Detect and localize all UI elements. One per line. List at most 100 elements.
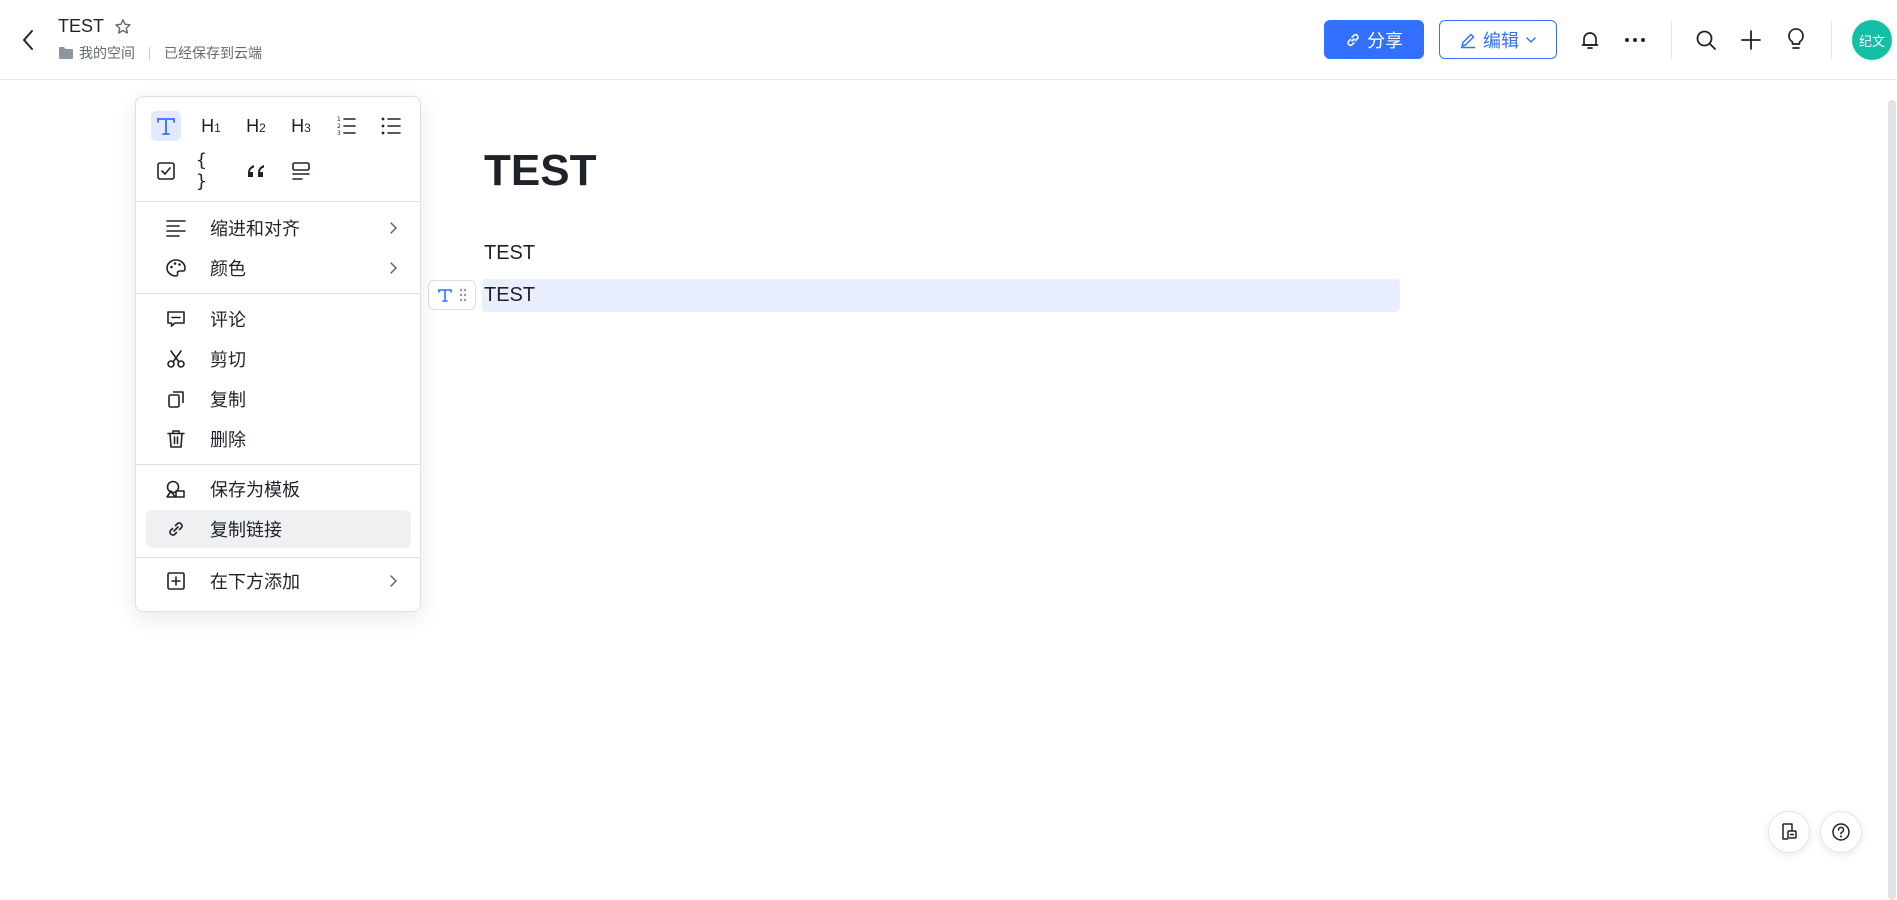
doc-heading[interactable]: TEST — [484, 146, 596, 196]
menu-item-label: 在下方添加 — [210, 572, 300, 592]
lightbulb-icon — [1786, 28, 1806, 52]
copy-icon — [164, 387, 188, 411]
star-icon[interactable] — [114, 18, 132, 36]
chevron-right-icon — [385, 573, 401, 589]
menu-item-label: 剪切 — [210, 350, 246, 370]
breadcrumb-space[interactable]: 我的空间 — [79, 43, 135, 63]
format-bullet-list-button[interactable] — [376, 111, 406, 141]
template-icon — [164, 477, 188, 501]
menu-item-comment[interactable]: 评论 — [146, 300, 411, 338]
menu-item-label: 缩进和对齐 — [210, 219, 300, 239]
chevron-right-icon — [385, 260, 401, 276]
text-format-icon — [155, 115, 177, 137]
help-icon — [1831, 822, 1851, 842]
more-button[interactable] — [1620, 25, 1650, 55]
create-button[interactable] — [1736, 25, 1766, 55]
menu-item-label: 评论 — [210, 310, 246, 330]
menu-divider — [136, 557, 420, 558]
heading3-icon: H3 — [291, 115, 311, 136]
breadcrumb: 我的空间 已经保存到云端 — [58, 43, 262, 63]
link-icon — [1345, 32, 1361, 48]
chevron-down-icon — [1525, 34, 1537, 46]
menu-item-save-template[interactable]: 保存为模板 — [146, 470, 411, 508]
doc-comment-icon — [1779, 822, 1799, 842]
share-button[interactable]: 分享 — [1324, 20, 1424, 59]
add-box-icon — [164, 569, 188, 593]
checkbox-icon — [156, 161, 176, 181]
top-bar: TEST 我的空间 已经保存到云端 分享 编辑 纪文 — [0, 0, 1897, 80]
menu-item-add-below[interactable]: 在下方添加 — [146, 562, 411, 600]
toolbar-divider — [1671, 21, 1672, 59]
menu-item-copy-link[interactable]: 复制链接 — [146, 510, 411, 548]
scissors-icon — [164, 347, 188, 371]
format-ordered-list-button[interactable]: 123 — [331, 111, 361, 141]
more-icon — [1624, 37, 1646, 43]
doc-paragraph-selected[interactable]: TEST — [484, 284, 535, 307]
svg-text:2: 2 — [337, 123, 341, 130]
doc-title-row: TEST — [58, 16, 132, 37]
save-status: 已经保存到云端 — [164, 45, 262, 61]
comment-icon — [164, 307, 188, 331]
format-todo-button[interactable] — [151, 156, 181, 186]
format-h1-button[interactable]: H1 — [196, 111, 226, 141]
format-quote-button[interactable] — [241, 156, 271, 186]
callout-icon — [290, 160, 312, 182]
menu-divider — [136, 293, 420, 294]
format-callout-button[interactable] — [286, 156, 316, 186]
menu-item-cut[interactable]: 剪切 — [146, 340, 411, 378]
menu-item-label: 复制链接 — [210, 520, 282, 540]
drag-handle-icon — [459, 288, 467, 302]
doc-title[interactable]: TEST — [58, 16, 104, 37]
edit-label: 编辑 — [1483, 30, 1519, 51]
selected-block-highlight — [482, 279, 1400, 312]
menu-item-indent-align[interactable]: 缩进和对齐 — [146, 209, 411, 247]
quote-icon — [245, 161, 267, 181]
plus-icon — [1740, 29, 1762, 51]
folder-icon — [58, 46, 74, 60]
search-button[interactable] — [1691, 25, 1721, 55]
doc-paragraph[interactable]: TEST — [484, 242, 535, 265]
menu-item-label: 保存为模板 — [210, 480, 300, 500]
heading1-icon: H1 — [201, 115, 221, 136]
back-icon — [21, 29, 35, 51]
menu-divider — [136, 201, 420, 202]
block-context-menu: H1 H2 H3 123 { } 缩进和对齐 颜色 评论 剪切 复制 删除 保存… — [135, 96, 421, 612]
inspiration-button[interactable] — [1781, 25, 1811, 55]
menu-item-label: 颜色 — [210, 259, 246, 279]
align-icon — [164, 216, 188, 240]
trash-icon — [164, 427, 188, 451]
format-h2-button[interactable]: H2 — [241, 111, 271, 141]
avatar[interactable]: 纪文 — [1852, 20, 1892, 60]
menu-item-delete[interactable]: 删除 — [146, 420, 411, 458]
help-button[interactable] — [1820, 811, 1862, 853]
menu-item-copy[interactable]: 复制 — [146, 380, 411, 418]
edit-mode-button[interactable]: 编辑 — [1439, 20, 1557, 59]
ordered-list-icon: 123 — [335, 115, 357, 137]
format-code-button[interactable]: { } — [196, 150, 226, 192]
pencil-icon — [1459, 31, 1477, 49]
format-h3-button[interactable]: H3 — [286, 111, 316, 141]
format-text-button[interactable] — [151, 111, 181, 141]
svg-text:3: 3 — [337, 130, 341, 137]
menu-divider — [136, 464, 420, 465]
bullet-list-icon — [380, 115, 402, 137]
notification-button[interactable] — [1575, 25, 1605, 55]
palette-icon — [164, 256, 188, 280]
toolbar-divider — [1831, 21, 1832, 59]
svg-text:1: 1 — [337, 116, 341, 123]
share-label: 分享 — [1367, 30, 1403, 51]
link-icon — [164, 517, 188, 541]
chevron-right-icon — [385, 220, 401, 236]
menu-item-color[interactable]: 颜色 — [146, 249, 411, 287]
back-button[interactable] — [16, 26, 40, 54]
menu-item-label: 复制 — [210, 390, 246, 410]
code-block-icon: { } — [196, 150, 207, 192]
block-handle[interactable] — [428, 280, 476, 310]
heading2-icon: H2 — [246, 115, 266, 136]
document-comments-button[interactable] — [1768, 811, 1810, 853]
menu-item-label: 删除 — [210, 430, 246, 450]
bell-icon — [1579, 29, 1601, 51]
scrollbar[interactable] — [1888, 100, 1896, 900]
search-icon — [1695, 29, 1717, 51]
text-type-icon — [437, 287, 453, 303]
